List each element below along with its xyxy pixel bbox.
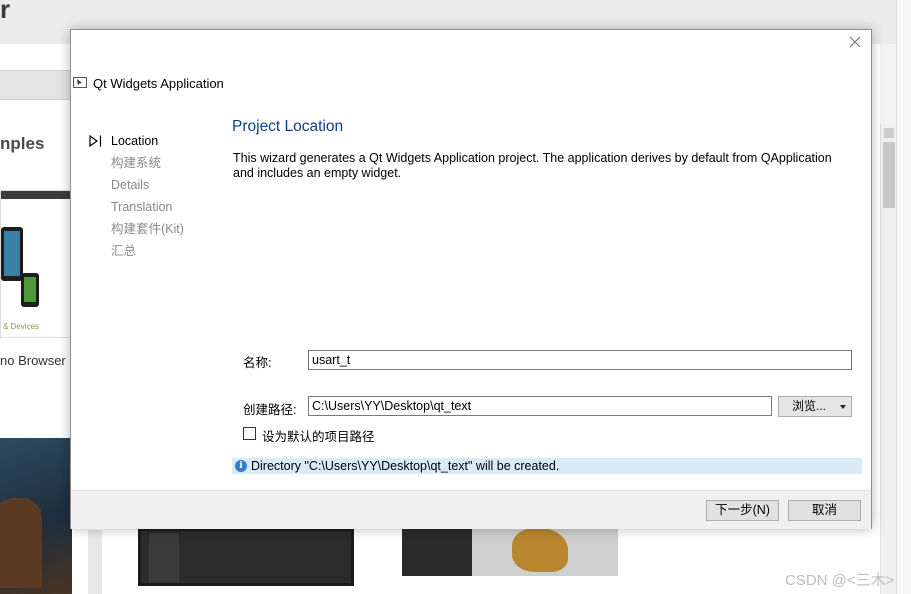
wizard-dialog: Qt Widgets Application Location 构建系统 Det… xyxy=(70,29,872,529)
wizard-step-build-system: 构建系统 xyxy=(89,156,219,178)
background-title: r xyxy=(0,0,11,24)
info-message-bar: i Directory "C:\Users\YY\Desktop\qt_text… xyxy=(232,458,862,474)
background-search-strip xyxy=(0,70,72,100)
background-window-edge xyxy=(896,0,911,594)
project-name-input[interactable] xyxy=(308,350,852,370)
background-example-image[interactable] xyxy=(0,438,72,594)
browse-button-label: 浏览... xyxy=(792,399,827,413)
wizard-steps-list: Location 构建系统 Details Translation 构建套件(K… xyxy=(89,134,219,266)
wizard-step-kits: 构建套件(Kit) xyxy=(89,222,219,244)
background-example-thumbnail[interactable] xyxy=(138,528,354,586)
scroll-up-arrow-icon[interactable] xyxy=(884,128,894,138)
default-path-checkbox-label: 设为默认的项目路径 xyxy=(262,430,375,444)
page-title: Project Location xyxy=(232,118,344,135)
wizard-step-summary: 汇总 xyxy=(89,244,219,266)
wizard-step-details: Details xyxy=(89,178,219,200)
current-step-arrow-icon xyxy=(89,135,102,147)
path-label: 创建路径: xyxy=(243,403,297,417)
dropdown-arrow-icon[interactable] xyxy=(840,405,846,409)
background-card-title: no Browser xyxy=(0,353,66,368)
project-path-input[interactable] xyxy=(308,396,772,416)
info-icon: i xyxy=(235,460,247,472)
thumbnail-object xyxy=(512,528,568,572)
window-app-icon xyxy=(73,77,87,88)
step-label: Translation xyxy=(111,200,173,214)
background-separator xyxy=(88,530,102,594)
dialog-title: Qt Widgets Application xyxy=(93,76,224,91)
watermark: CSDN @<三木> xyxy=(785,572,895,589)
step-label: Details xyxy=(111,178,150,192)
cancel-button[interactable]: 取消 xyxy=(788,500,861,521)
step-label: Location xyxy=(111,134,159,148)
background-scrollbar[interactable] xyxy=(880,124,896,594)
background-example-card[interactable]: & Devices xyxy=(0,190,73,338)
background-example-thumbnail[interactable] xyxy=(402,528,618,576)
background-examples-heading: nples xyxy=(0,134,45,153)
card-header-bar xyxy=(1,191,73,199)
wizard-step-translation: Translation xyxy=(89,200,219,222)
step-label: 构建套件(Kit) xyxy=(111,222,184,236)
browse-button[interactable]: 浏览... xyxy=(778,396,852,417)
page-description: This wizard generates a Qt Widgets Appli… xyxy=(233,151,832,180)
scrollbar-thumb[interactable] xyxy=(883,142,895,208)
dialog-footer: 下一步(N) 取消 xyxy=(71,490,871,529)
wizard-step-location: Location xyxy=(89,134,219,156)
chair-image xyxy=(0,498,42,588)
close-icon[interactable] xyxy=(847,34,863,50)
default-path-checkbox[interactable] xyxy=(243,427,256,440)
name-label: 名称: xyxy=(243,356,272,370)
thumbnail-pane xyxy=(149,533,179,583)
next-button[interactable]: 下一步(N) xyxy=(706,500,779,521)
step-label: 汇总 xyxy=(111,244,137,258)
info-message-text: Directory "C:\Users\YY\Desktop\qt_text" … xyxy=(251,459,560,473)
phone-image xyxy=(1,227,23,281)
card-caption: & Devices xyxy=(3,322,40,331)
step-label: 构建系统 xyxy=(111,156,162,170)
phone-image xyxy=(21,273,39,307)
